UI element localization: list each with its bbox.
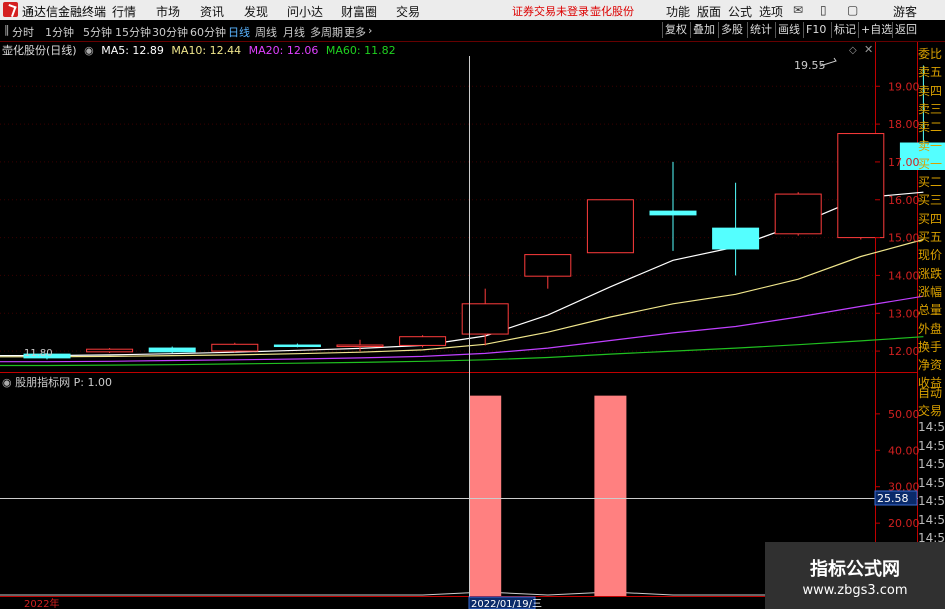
indicator-bar (594, 395, 627, 596)
candle-body-up (774, 193, 822, 235)
quote-label: 现价 (918, 248, 943, 263)
price-tick-label: 14.00 (888, 269, 920, 282)
price-tick-label: 18.00 (888, 118, 920, 131)
indicator-bar (469, 395, 502, 596)
quote-label: 换手 (918, 339, 943, 354)
indicator-name[interactable]: 股朋指标网 (15, 376, 70, 389)
candle-body-up (336, 344, 384, 348)
quote-label: 涨跌 (918, 266, 943, 281)
candle-body-down (148, 347, 196, 353)
quote-label: 买四 (918, 211, 943, 226)
candle-body-down (649, 210, 697, 216)
watermark: 指标公式网 www.zbgs3.com (765, 542, 945, 609)
candle-body-up (399, 336, 447, 346)
auto-trade-tab[interactable]: 自动 (918, 384, 945, 401)
candle-body-up (524, 254, 572, 277)
candle-body-up (86, 348, 134, 353)
candle-body-up (837, 133, 885, 239)
indicator-tick-label: 40.00 (888, 444, 920, 457)
quote-label: 卖四 (918, 83, 943, 98)
quote-label: 买一 (918, 156, 943, 171)
quote-label: 委比 (918, 47, 943, 61)
tick-time: 14:56 (918, 475, 945, 490)
tick-time: 14:56 (918, 494, 945, 508)
indicator-legend: ◉ 股朋指标网 P: 1.00 (2, 374, 112, 390)
price-tick-label: 15.00 (888, 232, 920, 245)
price-tick-label: 12.00 (888, 345, 920, 358)
diamond-icon[interactable]: ◇ (849, 45, 857, 56)
tick-time: 14:56 (918, 457, 945, 471)
indicator-tick-label: 20.00 (888, 517, 920, 530)
watermark-url: www.zbgs3.com (802, 583, 908, 598)
close-icon[interactable]: ✕ (864, 43, 873, 56)
year-label: 2022年 (24, 597, 59, 609)
price-tick-label: 13.00 (888, 307, 920, 320)
candle-body-up (211, 343, 259, 352)
quote-label: 买三 (918, 193, 943, 208)
indicator-dropdown-icon[interactable]: ◉ (2, 376, 12, 389)
watermark-title: 指标公式网 (810, 559, 900, 580)
quote-label: 卖二 (918, 120, 943, 135)
indicator-tick-label: 50.00 (888, 408, 920, 421)
quote-label: 买二 (918, 175, 943, 190)
price-gridlines (0, 85, 875, 352)
price-tick-label: 19.00 (888, 80, 920, 93)
price-tick-label: 16.00 (888, 194, 920, 207)
candle-body-down (273, 344, 321, 348)
tick-time: 14:55 (918, 420, 945, 434)
trade-tab[interactable]: 交易 (918, 402, 945, 419)
quote-label: 净资 (918, 358, 943, 373)
crosshair-value: 25.58 (877, 492, 909, 505)
quote-label: 卖一 (918, 138, 943, 153)
candle-body-up (586, 199, 634, 254)
indicator-param: P: 1.00 (73, 376, 112, 389)
quote-label: 买五 (918, 230, 943, 244)
candle-body-down (712, 227, 760, 250)
tick-time: 14:56 (918, 512, 945, 527)
price-tick-label: 17.00 (888, 156, 920, 169)
quote-label: 涨幅 (918, 284, 943, 299)
quote-label: 卖五 (918, 65, 943, 80)
tick-time: 14:56 (918, 438, 945, 453)
low-label: 11.80 (24, 348, 53, 359)
quote-label: 总量 (918, 303, 943, 318)
crosshair-date: 2022/01/19/三 (471, 599, 542, 609)
kline-chart[interactable]: 19.00 18.00 17.00 16.00 15.00 14.00 13.00 12.00… (0, 0, 945, 609)
high-label: 19.55 (794, 59, 826, 72)
quote-label: 外盘 (918, 321, 943, 336)
quote-label: 卖三 (918, 101, 943, 116)
